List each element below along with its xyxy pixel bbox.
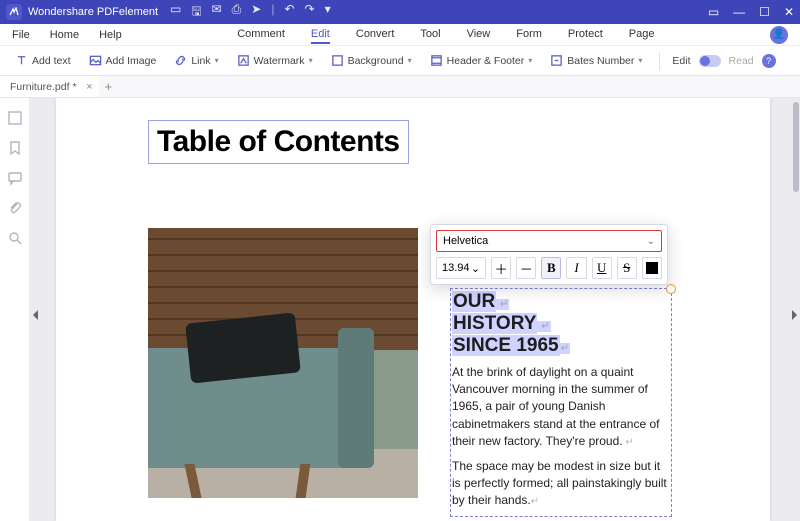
edit-read-toggle[interactable] (699, 55, 721, 67)
add-image-button[interactable]: Add Image (84, 52, 162, 69)
window-menu-icon[interactable]: ▭ (708, 5, 719, 19)
document-tab[interactable]: Furniture.pdf * × (0, 76, 99, 97)
underline-button[interactable]: U (592, 257, 612, 279)
more-icon[interactable]: ▾ (325, 2, 331, 23)
font-family-select[interactable]: Helvetica ⌄ (436, 230, 662, 252)
header-footer-icon (430, 54, 443, 67)
increase-size-button[interactable]: ＋ (491, 257, 511, 279)
bookmarks-icon[interactable] (7, 140, 23, 156)
thumbnails-icon[interactable] (7, 110, 23, 126)
text-format-popup: Helvetica ⌄ 13.94 ⌄ ＋ － B I U S (430, 224, 668, 285)
italic-button[interactable]: I (566, 257, 586, 279)
tab-edit[interactable]: Edit (311, 26, 330, 44)
toc-title: Table of Contents (157, 125, 400, 159)
bates-icon (550, 54, 563, 67)
document-image[interactable] (148, 228, 418, 498)
link-icon (174, 54, 187, 67)
chevron-down-icon: ⌄ (471, 262, 480, 275)
bates-number-button[interactable]: Bates Number ▾ (545, 52, 647, 69)
maximize-button[interactable]: ☐ (759, 5, 770, 19)
strikethrough-button[interactable]: S (617, 257, 637, 279)
menu-help[interactable]: Help (99, 29, 122, 41)
chevron-down-icon: ⌄ (647, 236, 655, 247)
read-mode-label: Read (729, 55, 754, 67)
close-tab-icon[interactable]: × (86, 81, 92, 93)
edit-toolbar: Add text Add Image Link ▾ Watermark ▾ Ba… (0, 46, 800, 76)
minimize-button[interactable]: ― (733, 5, 745, 19)
image-icon (89, 54, 102, 67)
tab-convert[interactable]: Convert (356, 26, 395, 44)
window-controls: ▭ ― ☐ ✕ (708, 5, 794, 19)
workspace: Table of Contents OUR ↵ HISTORY ↵ SINCE … (0, 98, 800, 521)
add-tab-button[interactable]: + (105, 79, 113, 94)
vertical-scrollbar[interactable] (793, 102, 799, 192)
document-canvas[interactable]: Table of Contents OUR ↵ HISTORY ↵ SINCE … (30, 98, 800, 521)
share-icon[interactable]: ➤ (251, 2, 261, 23)
bold-button[interactable]: B (541, 257, 561, 279)
text-icon (15, 54, 28, 67)
chevron-down-icon: ▾ (408, 56, 412, 65)
background-button[interactable]: Background ▾ (326, 52, 417, 69)
edit-mode-label: Edit (672, 55, 690, 67)
link-button[interactable]: Link ▾ (169, 52, 223, 69)
font-color-button[interactable] (642, 257, 662, 279)
qat-separator: | (271, 2, 274, 23)
search-icon[interactable] (7, 230, 23, 246)
tab-comment[interactable]: Comment (237, 26, 285, 44)
text-edit-region[interactable]: OUR ↵ HISTORY ↵ SINCE 1965↵ At the brink… (450, 288, 672, 517)
comments-icon[interactable] (7, 170, 23, 186)
app-logo (6, 4, 22, 20)
app-title: Wondershare PDFelement (28, 6, 158, 18)
selected-heading[interactable]: OUR ↵ HISTORY ↵ SINCE 1965↵ (452, 291, 670, 357)
save-icon[interactable]: 🖫 (191, 2, 201, 23)
menu-file[interactable]: File (12, 29, 30, 41)
watermark-icon (237, 54, 250, 67)
menu-home[interactable]: Home (50, 29, 79, 41)
toc-heading-box[interactable]: Table of Contents (148, 120, 409, 164)
chevron-down-icon: ▾ (309, 56, 313, 65)
close-button[interactable]: ✕ (784, 5, 794, 19)
toolbar-separator (659, 52, 660, 70)
menu-bar: File Home Help Comment Edit Convert Tool… (0, 24, 800, 46)
font-size-select[interactable]: 13.94 ⌄ (436, 257, 486, 279)
attachments-icon[interactable] (7, 200, 23, 216)
tab-view[interactable]: View (467, 26, 491, 44)
pdf-page[interactable]: Table of Contents OUR ↵ HISTORY ↵ SINCE … (56, 98, 770, 521)
chevron-down-icon: ▾ (215, 56, 219, 65)
tab-protect[interactable]: Protect (568, 26, 603, 44)
chevron-down-icon: ▾ (638, 56, 642, 65)
decrease-size-button[interactable]: － (516, 257, 536, 279)
header-footer-button[interactable]: Header & Footer ▾ (425, 52, 538, 69)
add-text-button[interactable]: Add text (10, 52, 76, 69)
undo-icon[interactable]: ↶ (284, 2, 294, 23)
mail-icon[interactable]: ✉ (212, 2, 222, 23)
quick-access-toolbar: ▭ 🖫 ✉ ⎙ ➤ | ↶ ↷ ▾ (170, 2, 331, 23)
body-paragraph-1[interactable]: At the brink of daylight on a quaint Van… (452, 364, 670, 451)
background-icon (331, 54, 344, 67)
body-paragraph-2[interactable]: The space may be modest in size but it i… (452, 458, 670, 510)
redo-icon[interactable]: ↷ (305, 2, 315, 23)
user-avatar[interactable]: 👤 (770, 26, 788, 44)
tab-page[interactable]: Page (629, 26, 655, 44)
open-icon[interactable]: ▭ (170, 2, 181, 23)
watermark-button[interactable]: Watermark ▾ (232, 52, 318, 69)
title-bar: Wondershare PDFelement ▭ 🖫 ✉ ⎙ ➤ | ↶ ↷ ▾… (0, 0, 800, 24)
tab-tool[interactable]: Tool (420, 26, 440, 44)
chevron-down-icon: ▾ (528, 56, 532, 65)
document-tab-bar: Furniture.pdf * × + (0, 76, 800, 98)
side-panel (0, 98, 30, 521)
tab-form[interactable]: Form (516, 26, 542, 44)
print-icon[interactable]: ⎙ (232, 2, 242, 23)
hint-icon[interactable]: ? (762, 54, 776, 68)
